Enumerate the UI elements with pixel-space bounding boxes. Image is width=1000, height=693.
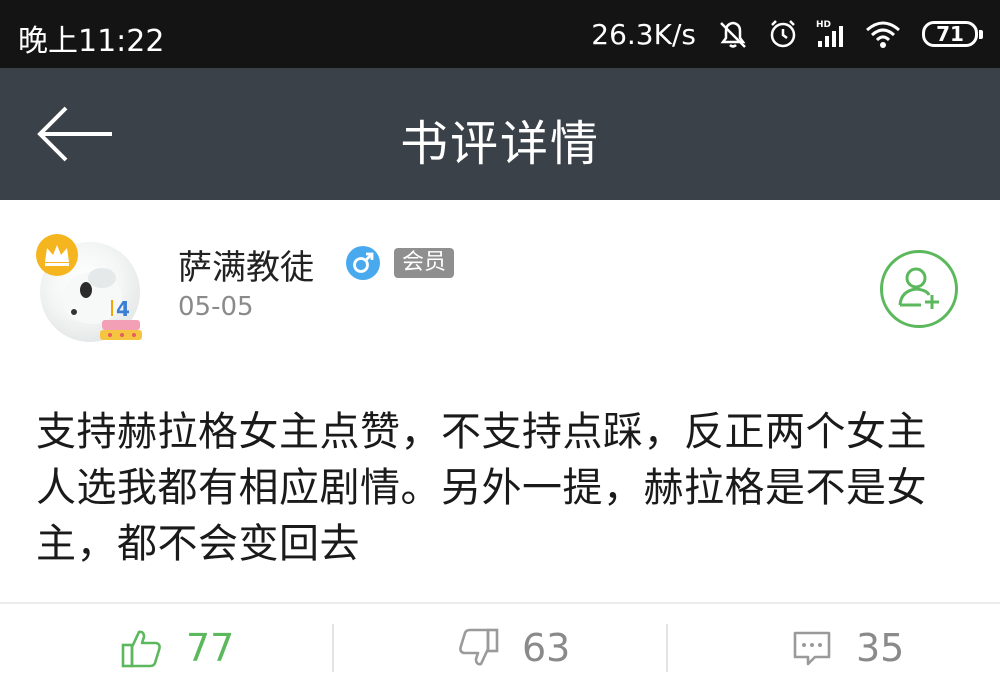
birthday-cake-icon: 4: [98, 292, 144, 342]
hd-signal-icon: HD: [814, 17, 852, 51]
member-badge: 会员: [394, 248, 455, 278]
alarm-icon: [764, 17, 802, 51]
dislike-button[interactable]: 63: [456, 618, 570, 678]
svg-text:HD: HD: [816, 20, 831, 30]
network-speed: 26.3K/s: [591, 17, 696, 51]
dislike-count: 63: [522, 626, 571, 670]
status-time: 晚上11:22: [18, 24, 165, 59]
page-title: 书评详情: [399, 116, 600, 172]
male-icon: [346, 246, 380, 280]
add-user-icon: [898, 267, 939, 309]
wifi-icon: [864, 17, 902, 51]
like-button[interactable]: 77: [120, 618, 234, 678]
divider: [666, 624, 668, 672]
comment-count: 35: [856, 626, 905, 670]
follow-button[interactable]: [880, 250, 958, 328]
thumbs-up-icon: [121, 630, 161, 668]
comment-button[interactable]: 35: [790, 618, 904, 678]
app-header: 书评详情: [0, 68, 1000, 200]
review-content: 支持赫拉格女主点赞，不支持点踩，反正两个女主人选我都有相应剧情。另外一提，赫拉格…: [36, 409, 927, 567]
like-count: 77: [186, 626, 235, 670]
divider: [332, 624, 334, 672]
status-icons: 26.3K/s HD 71: [591, 14, 983, 54]
author-name[interactable]: 萨满教徒: [178, 240, 314, 289]
comment-icon: [793, 631, 831, 666]
avatar-level: 4: [116, 297, 130, 321]
review-date: 05-05: [178, 292, 254, 322]
thumbs-down-icon: [459, 628, 499, 666]
bell-muted-icon: [714, 17, 752, 51]
battery-icon: 71: [922, 21, 983, 47]
status-bar: 晚上11:22 26.3K/s HD 71: [0, 0, 1000, 68]
crown-icon: [36, 234, 78, 276]
action-bar: 77 63 35: [0, 604, 1000, 693]
